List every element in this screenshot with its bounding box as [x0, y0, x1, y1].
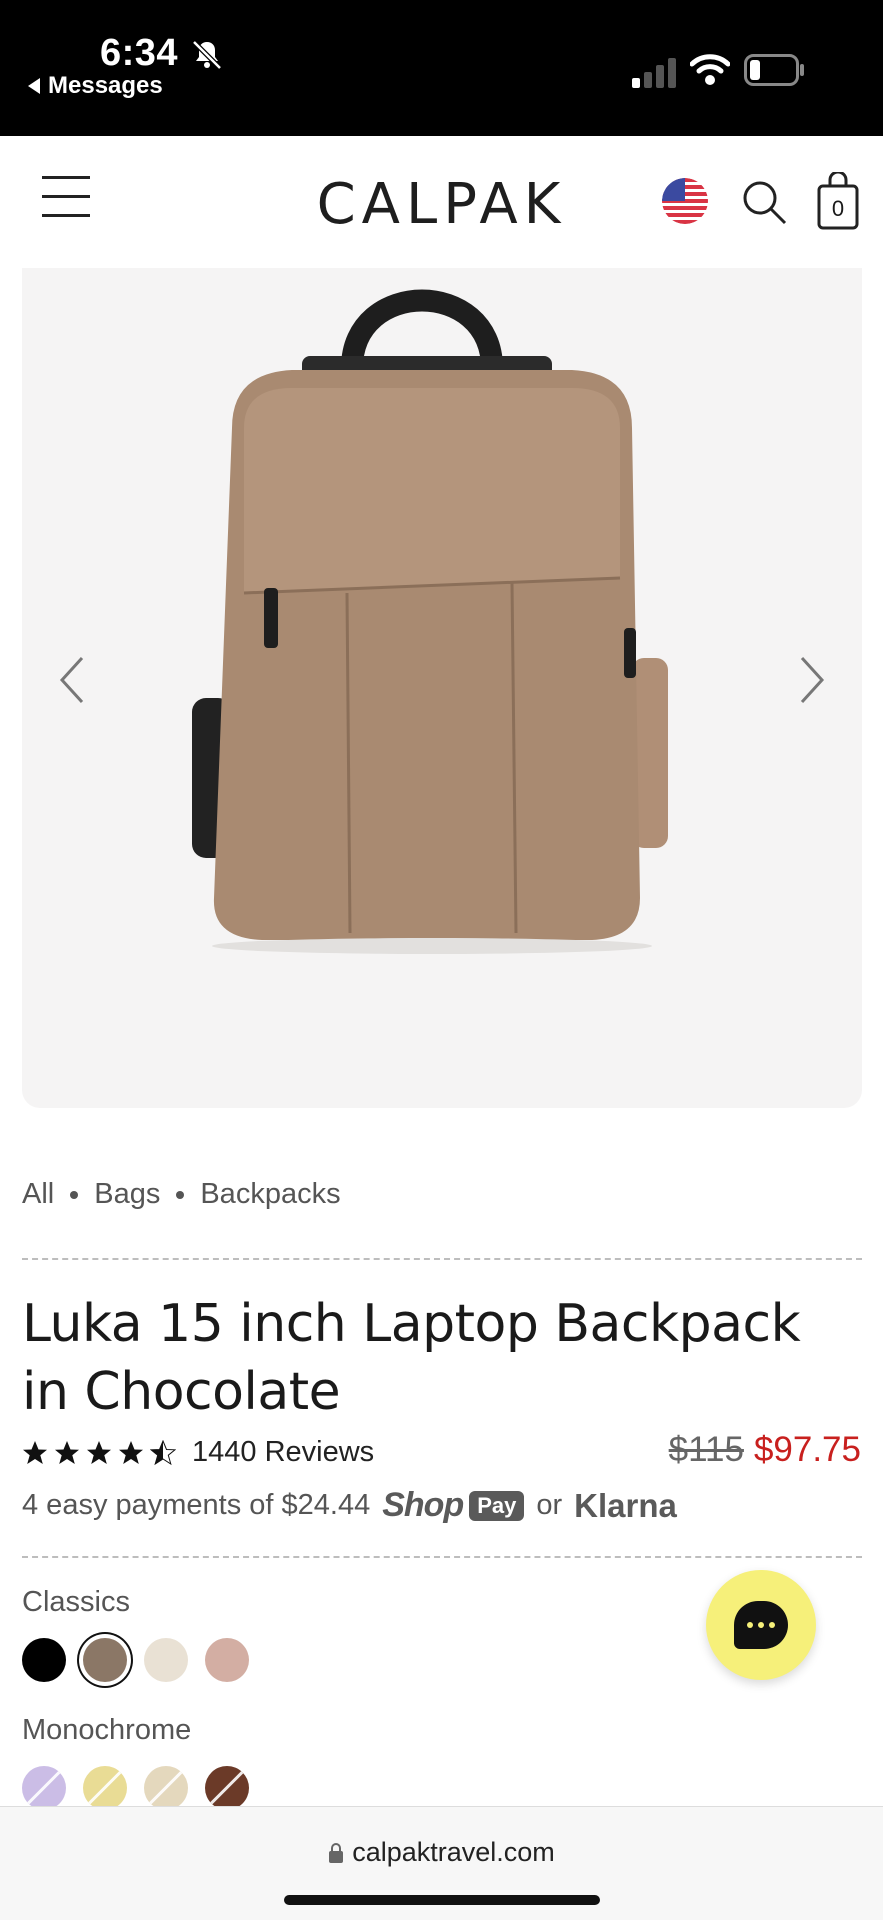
color-swatch[interactable] — [144, 1638, 188, 1682]
chat-button[interactable] — [706, 1570, 816, 1680]
chat-icon — [734, 1601, 788, 1649]
back-to-app[interactable]: Messages — [28, 72, 163, 100]
breadcrumb-bags[interactable]: Bags — [94, 1178, 160, 1211]
breadcrumb-all[interactable]: All — [22, 1178, 54, 1211]
klarna-logo[interactable]: Klarna — [574, 1487, 677, 1525]
rating-summary[interactable]: 1440 Reviews — [22, 1436, 374, 1469]
installment-text: 4 easy payments of $24.44 — [22, 1489, 371, 1521]
url-text: calpaktravel.com — [352, 1837, 555, 1867]
unavailable-slash — [146, 1768, 186, 1807]
us-flag-icon[interactable] — [662, 178, 708, 224]
unavailable-slash — [85, 1768, 125, 1807]
star-icon — [87, 1440, 111, 1464]
battery-icon — [744, 54, 804, 86]
breadcrumb-backpacks[interactable]: Backpacks — [200, 1178, 340, 1211]
clock: 6:34 — [100, 32, 179, 74]
browser-url-bar[interactable]: calpaktravel.com — [0, 1806, 883, 1920]
shop-pay-logo[interactable]: Shop Pay — [382, 1486, 525, 1525]
color-swatch[interactable] — [22, 1766, 66, 1810]
star-icon — [119, 1440, 143, 1464]
color-swatch[interactable] — [22, 1638, 66, 1682]
site-header: CALPAK 0 — [0, 136, 883, 268]
color-swatch[interactable] — [205, 1766, 249, 1810]
star-icon — [55, 1440, 79, 1464]
product-gallery[interactable] — [22, 268, 862, 1108]
star-half-icon — [150, 1439, 176, 1465]
swatch-row-monochrome — [22, 1766, 249, 1810]
product-image-backpack — [192, 289, 668, 954]
breadcrumb-separator — [70, 1190, 79, 1199]
swatch-row-classics — [22, 1638, 249, 1682]
home-indicator[interactable] — [284, 1895, 600, 1905]
color-swatch[interactable] — [205, 1638, 249, 1682]
or-text: or — [536, 1489, 563, 1521]
product-title: Luka 15 inch Laptop Backpack in Chocolat… — [22, 1294, 801, 1422]
divider — [22, 1258, 862, 1260]
breadcrumb-separator — [176, 1190, 185, 1199]
lock-icon — [329, 1842, 344, 1863]
back-app-label: Messages — [48, 72, 163, 99]
unavailable-slash — [207, 1768, 247, 1807]
url-display[interactable]: calpaktravel.com — [0, 1837, 883, 1868]
bell-slash-icon — [192, 40, 222, 70]
divider — [22, 1556, 862, 1558]
chevron-left-icon[interactable] — [52, 650, 92, 710]
color-swatch[interactable] — [83, 1638, 127, 1682]
search-icon[interactable] — [740, 178, 788, 226]
color-group-label-classics: Classics — [22, 1586, 130, 1618]
signal-icon — [632, 58, 676, 88]
back-triangle-icon — [28, 78, 40, 94]
original-price: $115 — [668, 1430, 744, 1469]
wifi-icon — [690, 54, 730, 85]
review-count: 1440 Reviews — [192, 1436, 375, 1468]
status-bar: 6:34 Messages — [0, 0, 883, 136]
breadcrumb: All Bags Backpacks — [22, 1178, 341, 1211]
cart-count: 0 — [831, 196, 845, 221]
star-icon — [23, 1440, 47, 1464]
installment-info: 4 easy payments of $24.44 Shop Pay or Kl… — [22, 1486, 677, 1525]
shop-pay-shop-text: Shop — [382, 1486, 464, 1524]
star-rating — [22, 1439, 176, 1466]
price: $115 $97.75 — [669, 1430, 861, 1470]
cart-icon[interactable]: 0 — [816, 170, 860, 230]
color-group-label-monochrome: Monochrome — [22, 1714, 192, 1746]
chevron-right-icon[interactable] — [792, 650, 832, 710]
color-swatch[interactable] — [83, 1766, 127, 1810]
color-swatch[interactable] — [144, 1766, 188, 1810]
unavailable-slash — [24, 1768, 64, 1807]
shop-pay-pay-text: Pay — [469, 1490, 525, 1521]
sale-price: $97.75 — [753, 1430, 861, 1469]
